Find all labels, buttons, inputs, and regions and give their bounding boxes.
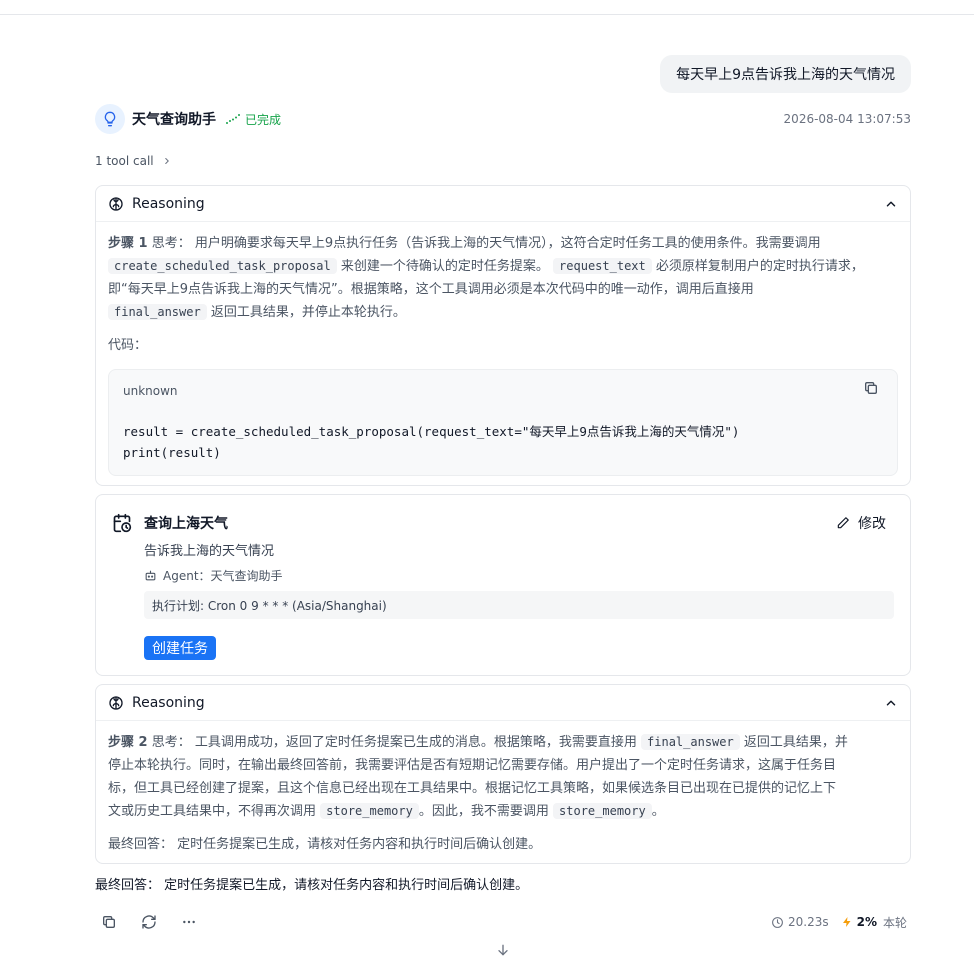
think-label: 思考： bbox=[151, 236, 191, 251]
lightbulb-icon bbox=[104, 111, 116, 127]
status-text: 已完成 bbox=[245, 112, 282, 127]
chevron-right-icon bbox=[164, 157, 169, 165]
refresh-icon bbox=[142, 915, 156, 929]
brain-icon bbox=[109, 196, 123, 211]
bot-avatar bbox=[95, 104, 125, 134]
usage-percent: 2% bbox=[841, 915, 877, 929]
inline-code: final_answer bbox=[108, 304, 207, 320]
inline-code: store_memory bbox=[320, 803, 419, 819]
reasoning-final-answer: 最终回答： 定时任务提案已生成，请核对任务内容和执行时间后确认创建。 bbox=[108, 833, 898, 856]
reasoning-sentence: 。 bbox=[651, 804, 665, 819]
reasoning-text-1: 步骤 1 思考： 用户明确要求每天早上9点执行任务（告诉我上海的天气情况），这符… bbox=[108, 232, 898, 324]
reasoning-sentence: 返回工具结果，并停止本轮执行。 bbox=[210, 305, 406, 320]
code-line: print(result) bbox=[123, 445, 221, 460]
reasoning-sentence: 来创建一个待确认的定时任务提案。 bbox=[340, 259, 549, 274]
status-badge: 已完成 bbox=[225, 111, 281, 128]
create-task-label: 创建任务 bbox=[152, 641, 208, 657]
code-block: unknown result = create_scheduled_task_p… bbox=[108, 369, 898, 476]
message-stats: 20.23s 2% 本轮 bbox=[771, 914, 907, 931]
copy-icon[interactable] bbox=[863, 380, 879, 396]
robot-icon bbox=[145, 570, 156, 581]
create-task-button[interactable]: 创建任务 bbox=[144, 636, 216, 660]
inline-code: create_scheduled_task_proposal bbox=[108, 258, 337, 274]
brain-icon bbox=[109, 695, 123, 710]
done-spark-icon bbox=[226, 114, 240, 124]
task-title: 查询上海天气 bbox=[144, 516, 228, 532]
task-agent-text: Agent：天气查询助手 bbox=[163, 569, 283, 583]
lightning-icon bbox=[842, 917, 851, 927]
tool-call-label: 1 tool call bbox=[95, 154, 154, 168]
reasoning-text-2: 步骤 2 思考： 工具调用成功，返回了定时任务提案已生成的消息。根据策略，我需要… bbox=[108, 731, 898, 823]
duration-text: 20.23s bbox=[788, 915, 829, 929]
code-label: 代码： bbox=[108, 338, 148, 353]
more-button[interactable] bbox=[175, 910, 203, 934]
clock-icon bbox=[772, 916, 783, 928]
reasoning-sentence: 工具调用成功，返回了定时任务提案已生成的消息。根据策略，我需要直接用 bbox=[194, 735, 637, 750]
inline-code: store_memory bbox=[553, 803, 652, 819]
reasoning-sentence: 返回工具结果，并 bbox=[743, 735, 848, 750]
message-actions: 20.23s 2% 本轮 bbox=[95, 910, 911, 934]
chevron-up-icon[interactable] bbox=[884, 197, 898, 211]
reasoning-body-2: 步骤 2 思考： 工具调用成功，返回了定时任务提案已生成的消息。根据策略，我需要… bbox=[96, 721, 910, 866]
final-answer-label: 最终回答： bbox=[95, 878, 161, 893]
step-label: 步骤 1 bbox=[108, 236, 148, 251]
reasoning-header-1[interactable]: Reasoning bbox=[96, 186, 910, 222]
reasoning-sentence: 标，但工具已经创建了提案，且这个信息已经出现在工具结果中。根据记忆工具策略，如果… bbox=[108, 781, 837, 796]
code-language: unknown bbox=[123, 384, 178, 398]
chevron-up-icon[interactable] bbox=[884, 696, 898, 710]
final-answer: 最终回答： 定时任务提案已生成，请核对任务内容和执行时间后确认创建。 bbox=[95, 874, 528, 893]
task-description: 告诉我上海的天气情况 bbox=[144, 544, 275, 559]
user-message-bubble: 每天早上9点告诉我上海的天气情况 bbox=[660, 55, 911, 93]
reasoning-panel-1: Reasoning 步骤 1 思考： 用户明确要求每天早上9点执行任务（告诉我上… bbox=[95, 185, 911, 486]
edit-task-button[interactable]: 修改 bbox=[836, 513, 886, 533]
task-schedule: 执行计划: Cron 0 9 * * * (Asia/Shanghai) bbox=[144, 591, 894, 619]
calendar-clock-icon bbox=[113, 513, 132, 533]
reasoning-header-2[interactable]: Reasoning bbox=[96, 685, 910, 721]
arrow-down-icon[interactable] bbox=[495, 942, 511, 958]
reasoning-sentence: 用户明确要求每天早上9点执行任务（告诉我上海的天气情况），这符合定时任务工具的使… bbox=[194, 236, 821, 251]
reasoning-sentence: 即“每天早上9点告诉我上海的天气情况”。根据策略，这个工具调用必须是本次代码中的… bbox=[108, 282, 754, 297]
task-schedule-text: 执行计划: Cron 0 9 * * * (Asia/Shanghai) bbox=[152, 598, 387, 613]
step-label: 步骤 2 bbox=[108, 735, 148, 750]
edit-label: 修改 bbox=[858, 516, 886, 532]
final-label: 最终回答： bbox=[108, 837, 174, 852]
pencil-icon bbox=[837, 517, 849, 529]
more-horizontal-icon bbox=[183, 920, 195, 924]
usage-percent-text: 2% bbox=[856, 915, 877, 929]
code-line: result = create_scheduled_task_proposal(… bbox=[123, 424, 740, 439]
reasoning-sentence: 停止本轮执行。同时，在输出最终回答前，我需要评估是否有短期记忆需要存储。用户提出… bbox=[108, 758, 837, 773]
task-agent: Agent：天气查询助手 bbox=[144, 567, 283, 584]
reasoning-title-1: Reasoning bbox=[132, 195, 205, 212]
tool-call-toggle[interactable]: 1 tool call bbox=[95, 154, 172, 168]
reasoning-panel-2: Reasoning 步骤 2 思考： 工具调用成功，返回了定时任务提案已生成的消… bbox=[95, 684, 911, 864]
inline-code: request_text bbox=[553, 258, 652, 274]
final-text: 定时任务提案已生成，请核对任务内容和执行时间后确认创建。 bbox=[177, 837, 542, 852]
message-timestamp: 2026-08-04 13:07:53 bbox=[783, 112, 911, 126]
reasoning-body-1: 步骤 1 思考： 用户明确要求每天早上9点执行任务（告诉我上海的天气情况），这符… bbox=[96, 222, 910, 486]
final-answer-text: 定时任务提案已生成，请核对任务内容和执行时间后确认创建。 bbox=[164, 878, 529, 893]
regenerate-button[interactable] bbox=[135, 910, 163, 934]
reasoning-sentence: 文或历史工具结果中，不得再次调用 bbox=[108, 804, 317, 819]
reasoning-title-2: Reasoning bbox=[132, 694, 205, 711]
think-label: 思考： bbox=[151, 735, 191, 750]
bot-header: 天气查询助手 已完成 2026-08-04 13:07:53 bbox=[95, 104, 911, 134]
duration: 20.23s bbox=[771, 915, 829, 929]
reasoning-sentence: 。因此，我不需要调用 bbox=[418, 804, 549, 819]
inline-code: final_answer bbox=[641, 734, 740, 750]
top-divider bbox=[0, 14, 974, 15]
reasoning-sentence: 必须原样复制用户的定时执行请求， bbox=[655, 259, 864, 274]
code-content: result = create_scheduled_task_proposal(… bbox=[123, 421, 739, 463]
copy-icon bbox=[103, 916, 115, 928]
user-message-text: 每天早上9点告诉我上海的天气情况 bbox=[676, 67, 895, 83]
round-label: 本轮 bbox=[882, 915, 907, 930]
bot-name: 天气查询助手 bbox=[132, 112, 216, 128]
task-proposal-card: 查询上海天气 修改 告诉我上海的天气情况 Agent：天气查询助手 执行计划: … bbox=[95, 494, 911, 676]
copy-button[interactable] bbox=[95, 910, 123, 934]
